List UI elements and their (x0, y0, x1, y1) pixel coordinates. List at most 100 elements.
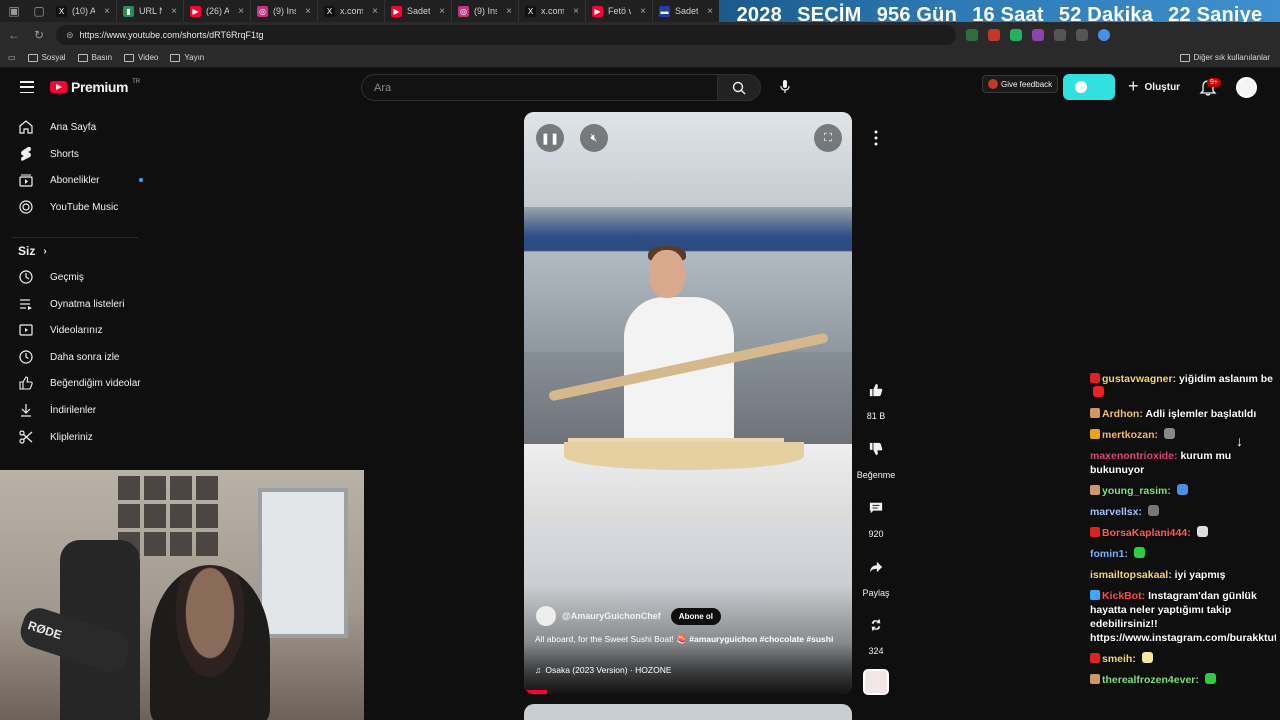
voice-search-button[interactable] (774, 76, 796, 98)
chat-username[interactable]: Ardhon (1102, 408, 1139, 420)
sidebar-item-liked-videos[interactable]: Beğendiğim videolar (18, 373, 141, 393)
chat-username[interactable]: gustavwagner (1102, 373, 1173, 385)
address-bar[interactable]: ⊜ https://www.youtube.com/shorts/dRT6Rrq… (56, 25, 956, 45)
close-tab-icon[interactable]: × (238, 6, 244, 17)
browser-tab[interactable]: Xx.com/ × (318, 0, 385, 22)
chat-username[interactable]: young_rasim (1102, 485, 1167, 497)
browser-tab[interactable]: X (10) An × (50, 0, 117, 22)
reload-icon[interactable]: ↻ (28, 24, 50, 46)
search-button[interactable] (717, 74, 761, 101)
favorites-icon[interactable] (1054, 29, 1066, 41)
you-section-header[interactable]: Siz › (18, 244, 47, 258)
browser-tab[interactable]: ▮ URL Ni × (117, 0, 184, 22)
folder-icon (27, 53, 38, 62)
create-button[interactable]: + Oluştur (1128, 76, 1180, 98)
close-tab-icon[interactable]: × (640, 6, 646, 17)
close-tab-icon[interactable]: × (305, 6, 311, 17)
close-tab-icon[interactable]: × (372, 6, 378, 17)
browser-tab[interactable]: ▶ Sadetti × (385, 0, 452, 22)
next-short-preview[interactable] (524, 704, 852, 720)
more-options-icon[interactable] (872, 128, 880, 148)
other-bookmarks[interactable]: Diğer sık kullanılanlar (1179, 53, 1270, 62)
sidebar-item-history[interactable]: Geçmiş (18, 267, 84, 287)
chat-username[interactable]: BorsaKaplani444 (1102, 527, 1187, 539)
chat-username[interactable]: KickBot (1102, 590, 1142, 602)
close-tab-icon[interactable]: × (573, 6, 579, 17)
youtube-premium-logo[interactable]: Premium TR (50, 79, 140, 95)
sound-thumbnail[interactable] (863, 669, 889, 695)
music-note-icon: ♫ (535, 665, 542, 675)
mute-button[interactable]: 🔇︎ (580, 124, 608, 152)
search-icon (732, 81, 746, 94)
browser-tab[interactable]: ◎ (9) Inst × (452, 0, 519, 22)
bookmark-folder-basin[interactable]: Basın (77, 53, 112, 62)
workspaces-icon[interactable]: ▣ (3, 0, 25, 22)
chat-message: ismailtopsakaal: iyi yapmış (1090, 568, 1276, 582)
extension-icon[interactable] (1032, 29, 1044, 41)
sidebar-item-youtube-music[interactable]: YouTube Music (18, 197, 118, 217)
bookmark-folder-sosyal[interactable]: Sosyal (27, 53, 66, 62)
chat-emote-icon (1093, 386, 1104, 397)
chat-username[interactable]: mertkozan (1102, 429, 1155, 441)
chat-username[interactable]: ismailtopsakaal (1090, 569, 1168, 581)
bookmark-folder-yayin[interactable]: Yayın (170, 53, 204, 62)
sidebar-item-home[interactable]: Ana Sayfa (18, 117, 96, 137)
browser-tab[interactable]: Xx.com/ × (519, 0, 586, 22)
chat-separator: : (1167, 485, 1174, 497)
sidebar-item-downloads[interactable]: İndirilenler (18, 400, 96, 420)
extension-icon[interactable] (966, 29, 978, 41)
bookmark-folder-video[interactable]: Video (124, 53, 158, 62)
copilot-icon[interactable] (1098, 29, 1110, 41)
browser-tab[interactable]: ◎ (9) Inst × (251, 0, 318, 22)
chat-username[interactable]: marvellsx (1090, 506, 1138, 518)
extension-toggle-button[interactable] (1063, 74, 1115, 100)
profile-icon[interactable] (1076, 29, 1088, 41)
playback-progress-bar[interactable] (524, 690, 547, 694)
tab-favicon-icon: ◎ (257, 5, 268, 17)
channel-name[interactable]: @AmauryGuichonChef (562, 611, 661, 621)
dislike-button[interactable]: Beğenme (856, 434, 896, 480)
close-tab-icon[interactable]: × (506, 6, 512, 17)
account-avatar[interactable] (1236, 77, 1257, 98)
site-info-icon[interactable]: ⊜ (66, 30, 74, 41)
chat-username[interactable]: therealfrozen4ever (1102, 674, 1195, 686)
tab-actions-icon[interactable]: ▢ (28, 0, 50, 22)
browser-tab[interactable]: ▶ (26) All × (184, 0, 251, 22)
sidebar-item-your-videos[interactable]: Videolarınız (18, 320, 103, 340)
sidebar-item-playlists[interactable]: Oynatma listeleri (18, 294, 124, 314)
extension-icon[interactable] (1010, 29, 1022, 41)
sidebar-item-clips[interactable]: Klipleriniz (18, 427, 93, 447)
pause-button[interactable]: ❚❚ (536, 124, 564, 152)
browser-tab[interactable]: ▬ Sadetti × (653, 0, 720, 22)
close-tab-icon[interactable]: × (104, 6, 110, 17)
sidebar-item-watch-later[interactable]: Daha sonra izle (18, 347, 119, 367)
sidebar-item-shorts[interactable]: Shorts (18, 144, 79, 164)
scroll-down-arrow-icon[interactable]: ↓ (1236, 433, 1243, 449)
hamburger-menu-icon[interactable] (20, 81, 34, 93)
chat-username[interactable]: smeih (1102, 653, 1132, 665)
extension-icon[interactable] (988, 29, 1000, 41)
close-tab-icon[interactable]: × (439, 6, 445, 17)
comments-button[interactable]: 920 (856, 493, 896, 539)
bookmark-menu-icon[interactable]: ▭ (8, 53, 16, 62)
back-icon[interactable]: ← (3, 24, 25, 46)
give-feedback-button[interactable]: Give feedback (982, 75, 1059, 93)
like-button[interactable]: 81 B (856, 375, 896, 421)
short-description[interactable]: All aboard, for the Sweet Sushi Boat! 🍣 … (535, 633, 835, 646)
browser-tab[interactable]: ▶ Fetö ve × (586, 0, 653, 22)
shorts-video-player[interactable]: ❚❚ 🔇︎ ⛶ @AmauryGuichonChef Abone ol All … (524, 112, 852, 694)
search-input[interactable]: Ara (361, 74, 717, 101)
chat-username[interactable]: maxenontrioxide (1090, 450, 1174, 462)
fullscreen-button[interactable]: ⛶ (814, 124, 842, 152)
chat-message: KickBot: Instagram'dan günlük hayatta ne… (1090, 589, 1276, 645)
subscribe-button[interactable]: Abone ol (670, 607, 722, 625)
close-tab-icon[interactable]: × (171, 6, 177, 17)
close-tab-icon[interactable]: × (707, 6, 713, 17)
share-button[interactable]: Paylaş (856, 552, 896, 598)
channel-avatar[interactable] (536, 606, 556, 626)
remix-button[interactable]: 324 (856, 610, 896, 656)
sound-link[interactable]: ♫ Osaka (2023 Version) · HOZONE (535, 665, 672, 675)
chat-username[interactable]: fomin1 (1090, 548, 1124, 560)
sidebar-item-subscriptions[interactable]: Abonelikler (18, 170, 144, 190)
hashtags[interactable]: #amauryguichon #chocolate #sushi (689, 634, 833, 644)
